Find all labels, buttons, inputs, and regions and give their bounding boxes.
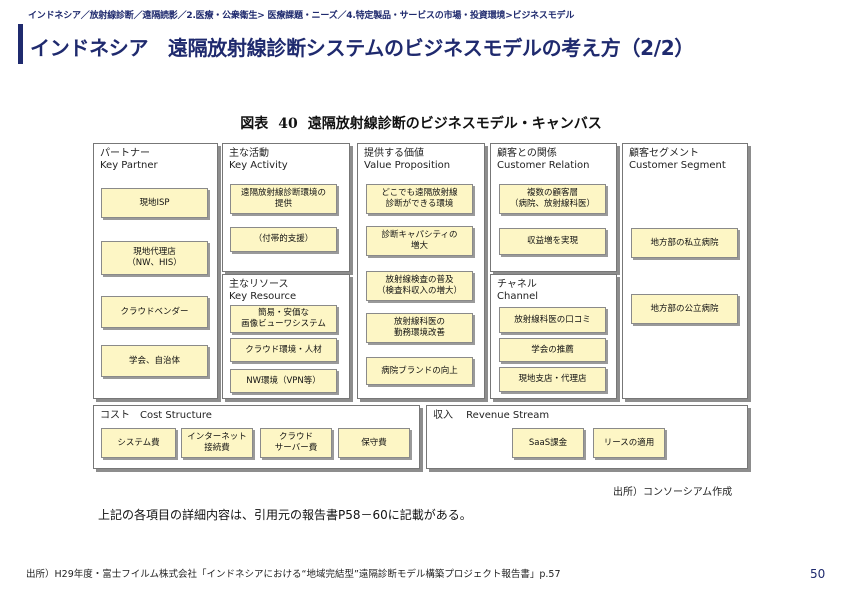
figure-number: 40 xyxy=(278,116,298,132)
activity-note-2: （付帯的支援） xyxy=(230,227,337,252)
value-note-1: どこでも遠隔放射線 診断ができる環境 xyxy=(366,184,473,214)
relation-note-1: 複数の顧客層 （病院、放射線科医） xyxy=(499,184,606,214)
figure-source: 出所）コンソーシアム作成 xyxy=(613,487,733,498)
channel-label: チャネル Channel xyxy=(497,279,539,302)
footer-source: 出所）H29年度・富士フイルム株式会社「インドネシアにおける“地域完結型”遠隔診… xyxy=(26,569,561,580)
channel-note-1: 放射線科医の口コミ xyxy=(499,307,606,333)
cost-note-4: 保守費 xyxy=(338,428,410,458)
resource-note-3: NW環境（VPN等） xyxy=(230,369,337,393)
figure-title: 図表 40 遠隔放射線診断のビジネスモデル・キャンバス xyxy=(0,113,842,133)
partner-note-4: 学会、自治体 xyxy=(101,345,208,377)
resource-note-1: 簡易・安価な 画像ビューワシステム xyxy=(230,305,337,333)
relation-note-2: 収益増を実現 xyxy=(499,228,606,255)
key-partner-label: パートナー Key Partner xyxy=(100,148,158,171)
cost-note-3: クラウド サーバー費 xyxy=(260,428,332,458)
cost-structure-label: コスト Cost Structure xyxy=(100,410,212,421)
partner-note-3: クラウドベンダー xyxy=(101,296,208,328)
breadcrumb: インドネシア／放射線診断／遠隔読影／2.医療・公衆衛生> 医療課題・ニーズ／4.… xyxy=(28,11,575,21)
partner-note-2: 現地代理店 （NW、HIS） xyxy=(101,241,208,275)
customer-segment-box: 顧客セグメント Customer Segment xyxy=(622,143,748,399)
customer-relation-label: 顧客との関係 Customer Relation xyxy=(497,148,590,171)
segment-note-1: 地方部の私立病院 xyxy=(631,228,738,258)
partner-note-1: 現地ISP xyxy=(101,188,208,218)
channel-note-2: 学会の推薦 xyxy=(499,338,606,362)
figure-label: 図表 xyxy=(240,116,269,132)
revenue-stream-label: 収入 Revenue Stream xyxy=(433,410,550,421)
customer-segment-label: 顧客セグメント Customer Segment xyxy=(629,148,726,171)
value-note-2: 診断キャパシティの 増大 xyxy=(366,226,473,256)
figure-caption: 遠隔放射線診断のビジネスモデル・キャンバス xyxy=(307,116,602,132)
revenue-stream-box: 収入 Revenue Stream xyxy=(426,405,748,469)
revenue-note-1: SaaS課金 xyxy=(512,428,584,458)
key-resource-label: 主なリソース Key Resource xyxy=(229,279,297,302)
resource-note-2: クラウド環境・人材 xyxy=(230,338,337,362)
activity-note-1: 遠隔放射線診断環境の 提供 xyxy=(230,184,337,214)
page-title: インドネシア 遠隔放射線診断システムのビジネスモデルの考え方（2/2） xyxy=(30,36,695,60)
key-activity-label: 主な活動 Key Activity xyxy=(229,148,288,171)
value-note-3: 放射線検査の普及 （検査料収入の増大） xyxy=(366,271,473,301)
cost-note-2: インターネット 接続費 xyxy=(181,428,253,458)
title-accent-bar xyxy=(18,24,23,64)
revenue-note-2: リースの適用 xyxy=(593,428,665,458)
value-note-5: 病院ブランドの向上 xyxy=(366,357,473,385)
channel-note-3: 現地支店・代理店 xyxy=(499,367,606,392)
cost-note-1: システム費 xyxy=(101,428,176,458)
value-proposition-label: 提供する価値 Value Proposition xyxy=(364,148,451,171)
page-number: 50 xyxy=(810,567,826,581)
value-note-4: 放射線科医の 勤務環境改善 xyxy=(366,313,473,343)
segment-note-2: 地方部の公立病院 xyxy=(631,294,738,324)
summary-text: 上記の各項目の詳細内容は、引用元の報告書P58－60に記載がある。 xyxy=(98,508,472,522)
